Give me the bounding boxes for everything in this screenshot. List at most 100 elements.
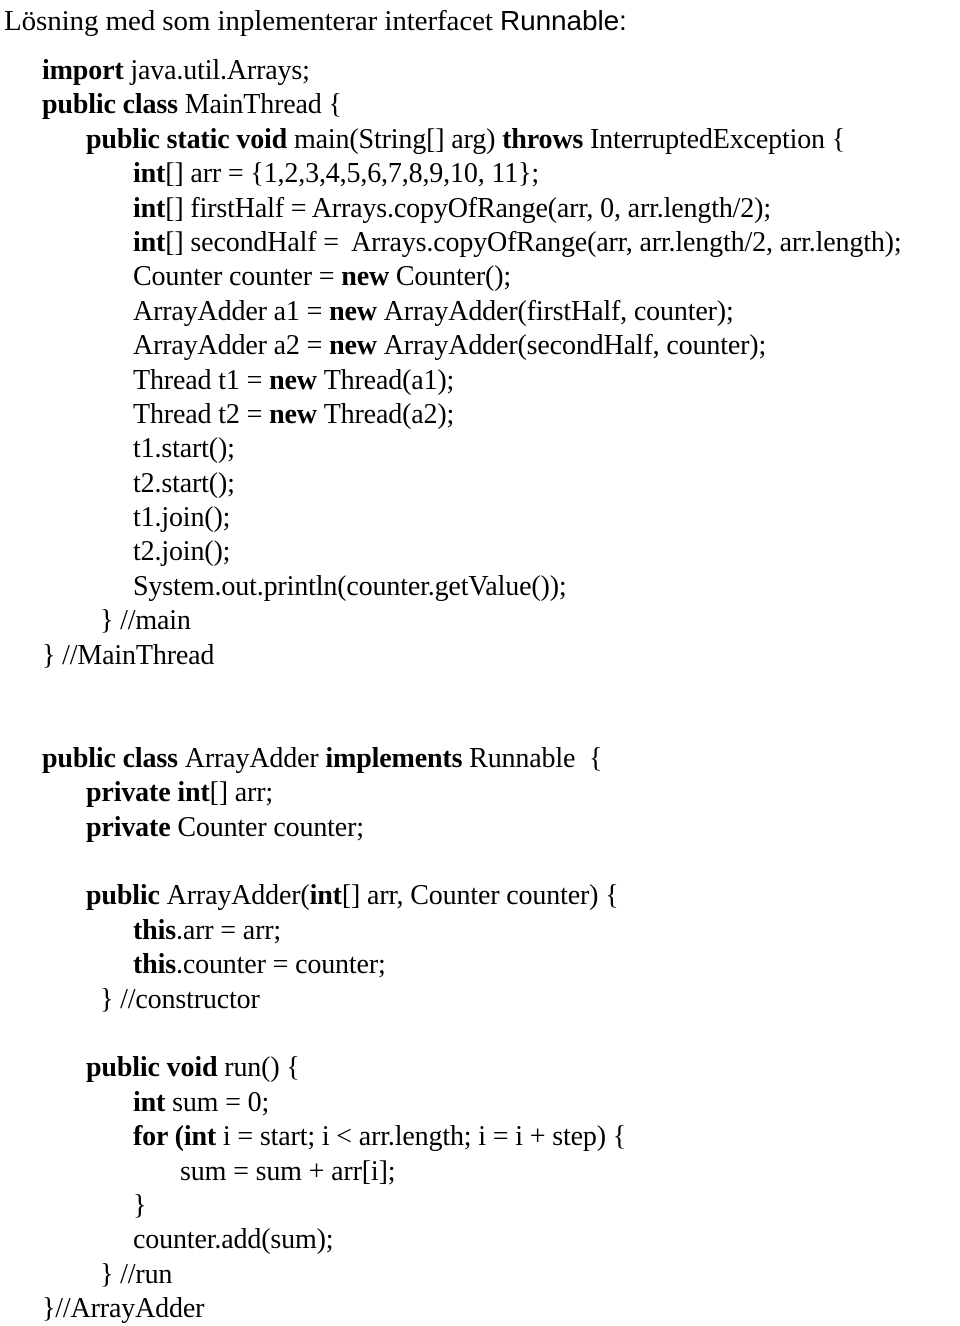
code-line-close-main: } //main (0, 604, 960, 638)
code-keyword: import (42, 55, 131, 86)
code-text: ArrayAdder (184, 742, 326, 774)
code-line-decl-counter: Counter counter = new Counter(); (0, 260, 960, 294)
code-text: [] arr, Counter counter) { (341, 880, 619, 912)
code-keyword: public class (42, 742, 185, 774)
code-text: Runnable { (469, 742, 603, 774)
code-line-for-loop: for (int i = start; i < arr.length; i = … (0, 1120, 960, 1154)
code-text: [] arr = {1,2,3,4,5,6,7,8,9,10, 11}; (165, 158, 539, 190)
code-text: .arr = arr; (175, 914, 282, 946)
code-keyword: this (133, 949, 176, 981)
java-code-listing: import java.util.Arrays; public class Mai… (0, 54, 960, 1326)
code-keyword: new (329, 295, 384, 327)
code-text: ArrayAdder a2 = (133, 330, 330, 362)
code-text: t1.start(); (133, 433, 235, 465)
code-line-main-signature: public static void main(String[] arg) th… (0, 123, 960, 157)
code-text: Thread t2 = (133, 398, 270, 430)
code-keyword: int (133, 1086, 173, 1118)
code-keyword: public class (42, 89, 185, 121)
code-line-ctor-this-counter: this.counter = counter; (0, 948, 960, 982)
code-line-close-ctor: } //constructor (0, 983, 960, 1017)
code-text: MainThread { (184, 89, 342, 121)
code-line-t2-join: t2.join(); (0, 535, 960, 569)
code-line-class-mainthread: public class MainThread { (0, 88, 960, 122)
code-keyword: public void (86, 1052, 225, 1084)
code-text: ArrayAdder( (166, 880, 310, 912)
code-line-run-signature: public void run() { (0, 1051, 960, 1085)
code-line-decl-sum: int sum = 0; (0, 1086, 960, 1120)
code-line-field-arr: private int[] arr; (0, 776, 960, 810)
code-keyword: implements (325, 742, 470, 774)
code-keyword: int (133, 192, 166, 224)
code-line-ctor-this-arr: this.arr = arr; (0, 914, 960, 948)
code-line-decl-a2: ArrayAdder a2 = new ArrayAdder(secondHal… (0, 329, 960, 363)
code-keyword: this (133, 914, 176, 946)
code-line-t1-start: t1.start(); (0, 432, 960, 466)
code-text: t2.start(); (133, 467, 235, 499)
code-line-decl-a1: ArrayAdder a1 = new ArrayAdder(firstHalf… (0, 295, 960, 329)
code-text: } (133, 1189, 147, 1221)
code-line-t1-join: t1.join(); (0, 501, 960, 535)
code-line-decl-arr: int[] arr = {1,2,3,4,5,6,7,8,9,10, 11}; (0, 157, 960, 191)
code-keyword: public (86, 880, 167, 912)
code-text: run() { (224, 1052, 300, 1084)
code-keyword: new (269, 364, 324, 396)
code-text: ArrayAdder(firstHalf, counter); (383, 295, 734, 327)
page-title: Lösning med som inplementerar interfacet… (0, 0, 960, 38)
code-keyword: int (133, 158, 166, 190)
code-keyword: new (269, 398, 324, 430)
code-text: } //main (100, 605, 191, 637)
code-line-blank-4 (0, 1017, 960, 1051)
code-line-sum-accumulate: sum = sum + arr[i]; (0, 1155, 960, 1189)
code-text: Counter counter; (177, 811, 364, 843)
code-line-decl-t1: Thread t1 = new Thread(a1); (0, 364, 960, 398)
code-line-blank-3 (0, 845, 960, 879)
code-keyword: new (329, 330, 384, 362)
code-line-field-counter: private Counter counter; (0, 811, 960, 845)
code-keyword: private (86, 811, 178, 843)
code-line-decl-firsthalf: int[] firstHalf = Arrays.copyOfRange(arr… (0, 192, 960, 226)
code-text: java.util.Arrays; (130, 55, 310, 86)
code-text: [] arr; (209, 777, 274, 809)
code-keyword: throws (502, 123, 590, 155)
document-page: Lösning med som inplementerar interfacet… (0, 0, 960, 1326)
code-text: } //constructor (100, 983, 260, 1015)
code-text: i = start; i < arr.length; i = i + step)… (216, 1121, 627, 1153)
code-keyword: new (341, 261, 396, 293)
code-keyword: int (183, 1121, 217, 1153)
code-line-class-arrayadder: public class ArrayAdder implements Runna… (0, 742, 960, 776)
code-text: Counter counter = (133, 261, 342, 293)
code-text: t1.join(); (133, 502, 231, 534)
code-text: Thread(a1); (323, 364, 455, 396)
code-line-close-for: } (0, 1189, 960, 1223)
code-line-blank-2 (0, 707, 960, 741)
code-line-close-arrayadder: }//ArrayAdder (0, 1292, 960, 1326)
code-keyword: private int (86, 777, 210, 809)
code-text: System.out.println(counter.getValue()); (133, 570, 567, 602)
code-line-decl-secondhalf: int[] secondHalf = Arrays.copyOfRange(ar… (0, 226, 960, 260)
code-line-import: import java.util.Arrays; (0, 54, 960, 88)
code-text: Thread t1 = (133, 364, 270, 396)
code-text: Counter(); (395, 261, 512, 293)
code-text: ArrayAdder(secondHalf, counter); (383, 330, 767, 362)
code-text: sum = 0; (172, 1086, 270, 1118)
code-text: } //MainThread (42, 639, 215, 671)
code-text: [] firstHalf = Arrays.copyOfRange(arr, 0… (165, 192, 771, 224)
code-text: t2.join(); (133, 536, 231, 568)
code-line-t2-start: t2.start(); (0, 467, 960, 501)
code-keyword: public static void (86, 123, 294, 155)
code-keyword: int (309, 880, 342, 912)
code-text: } //run (100, 1258, 173, 1290)
page-title-sans-text: Runnable: (499, 5, 627, 36)
code-keyword: int (133, 226, 166, 258)
code-text: InterruptedException { (590, 123, 846, 155)
code-line-ctor-signature: public ArrayAdder(int[] arr, Counter cou… (0, 879, 960, 913)
code-line-decl-t2: Thread t2 = new Thread(a2); (0, 398, 960, 432)
code-line-println: System.out.println(counter.getValue()); (0, 570, 960, 604)
code-line-close-run: } //run (0, 1258, 960, 1292)
code-text: Thread(a2); (323, 398, 455, 430)
code-line-counter-add: counter.add(sum); (0, 1223, 960, 1257)
code-text: ArrayAdder a1 = (133, 295, 330, 327)
code-text: main(String[] arg) (293, 123, 503, 155)
code-text: sum = sum + arr[i]; (180, 1155, 396, 1187)
code-line-blank-1 (0, 673, 960, 707)
